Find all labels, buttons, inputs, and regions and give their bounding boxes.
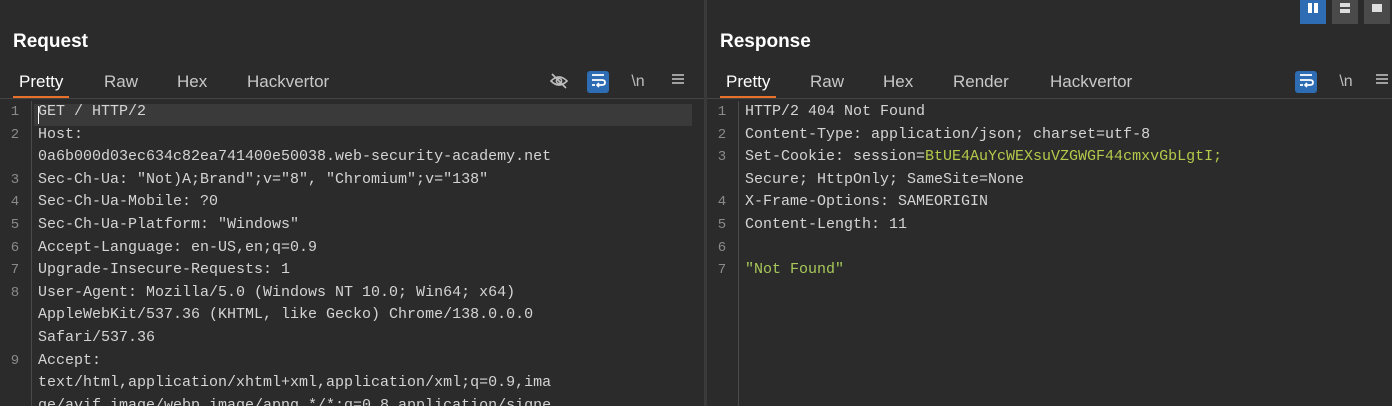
code-line: 7 Upgrade-Insecure-Requests: 1 xyxy=(0,259,704,282)
code-line: 2 Host: xyxy=(0,124,704,147)
response-pane: Response Pretty Raw Hex Render Hackverto… xyxy=(707,0,1392,406)
request-tab-pretty[interactable]: Pretty xyxy=(13,70,70,98)
newline-toggle[interactable]: \n xyxy=(627,71,649,93)
line-text: User-Agent: Mozilla/5.0 (Windows NT 10.0… xyxy=(38,283,516,301)
menu-icon[interactable] xyxy=(667,71,689,93)
code-line: 1 GET / HTTP/2 xyxy=(0,101,704,124)
line-text: HTTP/2 404 Not Found xyxy=(745,103,926,120)
code-line: 4 X-Frame-Options: SAMEORIGIN xyxy=(707,191,1392,214)
line-number: 8 xyxy=(10,284,20,301)
code-line: text/html,application/xhtml+xml,applicat… xyxy=(0,372,704,395)
request-tab-hex[interactable]: Hex xyxy=(171,70,213,94)
line-text: Set-Cookie: session=BtUE4AuYcWEXsuVZGWGF… xyxy=(745,146,1222,169)
line-text: Host: xyxy=(38,125,84,143)
code-line: 2 Content-Type: application/json; charset… xyxy=(707,124,1392,147)
line-text: Sec-Ch-Ua-Mobile: ?0 xyxy=(38,193,219,211)
split-vertical-icon[interactable] xyxy=(1300,0,1326,24)
line-number: 1 xyxy=(10,104,20,120)
line-text: Accept-Language: en-US,en;q=0.9 xyxy=(38,238,318,256)
line-text: ge/avif,image/webp,image/apng,*/*;q=0.8,… xyxy=(38,396,552,406)
request-tabbar: Pretty Raw Hex Hackvertor \n xyxy=(0,66,704,99)
code-line: 6 xyxy=(707,237,1392,260)
line-text: "Not Found" xyxy=(745,259,844,282)
code-line: Safari/537.36 xyxy=(0,327,704,350)
code-line: 5 Content-Length: 11 xyxy=(707,214,1392,237)
line-number: 5 xyxy=(717,216,727,233)
line-text: AppleWebKit/537.36 (KHTML, like Gecko) C… xyxy=(38,306,534,324)
code-line: 3 Sec-Ch-Ua: "Not)A;Brand";v="8", "Chromi… xyxy=(0,169,704,192)
code-line: AppleWebKit/537.36 (KHTML, like Gecko) C… xyxy=(0,304,704,327)
response-tabbar: Pretty Raw Hex Render Hackvertor \n xyxy=(707,66,1392,99)
split-horizontal-icon[interactable] xyxy=(1332,0,1358,24)
line-text: Safari/537.36 xyxy=(38,328,156,346)
line-number: 7 xyxy=(717,262,727,279)
request-tab-raw[interactable]: Raw xyxy=(98,70,144,94)
header-key: Set-Cookie: session= xyxy=(745,148,926,166)
response-tab-hackvertor[interactable]: Hackvertor xyxy=(1044,70,1138,94)
cookie-value: BtUE4AuYcWEXsuVZGWGF44cmxvGbLgtI; xyxy=(925,148,1223,166)
code-line: 9 Accept: xyxy=(0,350,704,373)
response-tab-hex[interactable]: Hex xyxy=(877,70,919,94)
line-text: Sec-Ch-Ua: "Not)A;Brand";v="8", "Chromiu… xyxy=(38,170,489,188)
line-number: 3 xyxy=(10,171,20,188)
response-tab-render[interactable]: Render xyxy=(947,70,1015,94)
code-line: 3 Set-Cookie: session=BtUE4AuYcWEXsuVZGWG… xyxy=(707,146,1392,169)
request-title: Request xyxy=(13,31,88,52)
response-title: Response xyxy=(720,31,811,52)
line-number: 4 xyxy=(10,194,20,211)
line-number: 3 xyxy=(717,149,727,166)
line-text: Sec-Ch-Ua-Platform: "Windows" xyxy=(38,215,300,233)
line-number: 2 xyxy=(717,126,727,143)
line-number: 1 xyxy=(717,104,727,120)
line-text: Content-Type: application/json; charset=… xyxy=(745,125,1151,143)
line-text: text/html,application/xhtml+xml,applicat… xyxy=(38,374,552,392)
wrap-icon[interactable] xyxy=(587,71,609,93)
code-line: 0a6b000d03ec634c82ea741400e50038.web-sec… xyxy=(0,146,704,169)
json-string: "Not Found" xyxy=(745,261,845,279)
request-tab-hackvertor[interactable]: Hackvertor xyxy=(241,70,335,94)
wrap-icon[interactable] xyxy=(1295,71,1317,93)
line-number: 7 xyxy=(10,262,20,279)
response-editor[interactable]: 1 HTTP/2 404 Not Found 2 Content-Type: appl… xyxy=(707,101,1392,406)
line-number: 6 xyxy=(717,239,727,256)
line-text: GET / HTTP/2 xyxy=(38,103,147,120)
eye-slash-icon[interactable] xyxy=(548,71,570,93)
code-line: 4 Sec-Ch-Ua-Mobile: ?0 xyxy=(0,191,704,214)
code-line: 5 Sec-Ch-Ua-Platform: "Windows" xyxy=(0,214,704,237)
line-number: 9 xyxy=(10,352,20,369)
line-text: X-Frame-Options: SAMEORIGIN xyxy=(745,193,989,211)
code-line: 6 Accept-Language: en-US,en;q=0.9 xyxy=(0,237,704,260)
line-number: 4 xyxy=(717,194,727,211)
code-line: 8 User-Agent: Mozilla/5.0 (Windows NT 10.… xyxy=(0,282,704,305)
menu-icon[interactable] xyxy=(1371,71,1392,93)
line-text: Secure; HttpOnly; SameSite=None xyxy=(745,170,1025,188)
code-line: 1 HTTP/2 404 Not Found xyxy=(707,101,1392,124)
request-editor[interactable]: 1 GET / HTTP/2 2 Host: 0a6b000d03ec634c82ea7… xyxy=(0,101,704,406)
line-text: Content-Length: 11 xyxy=(745,215,908,233)
line-text: Accept: xyxy=(38,351,102,369)
line-text: Upgrade-Insecure-Requests: 1 xyxy=(38,261,291,279)
response-tab-pretty[interactable]: Pretty xyxy=(720,70,777,98)
code-line: Secure; HttpOnly; SameSite=None xyxy=(707,169,1392,192)
code-line: ge/avif,image/webp,image/apng,*/*;q=0.8,… xyxy=(0,395,704,406)
response-tab-raw[interactable]: Raw xyxy=(804,70,850,94)
line-number: 2 xyxy=(10,126,20,143)
newline-toggle[interactable]: \n xyxy=(1335,71,1357,93)
line-number: 5 xyxy=(10,216,20,233)
single-pane-icon[interactable] xyxy=(1364,0,1390,24)
code-line: 7 "Not Found" xyxy=(707,259,1392,282)
line-number: 6 xyxy=(10,239,20,256)
line-text: 0a6b000d03ec634c82ea741400e50038.web-sec… xyxy=(38,148,552,166)
request-pane: Request Pretty Raw Hex Hackvertor \n 1 GE… xyxy=(0,0,704,406)
